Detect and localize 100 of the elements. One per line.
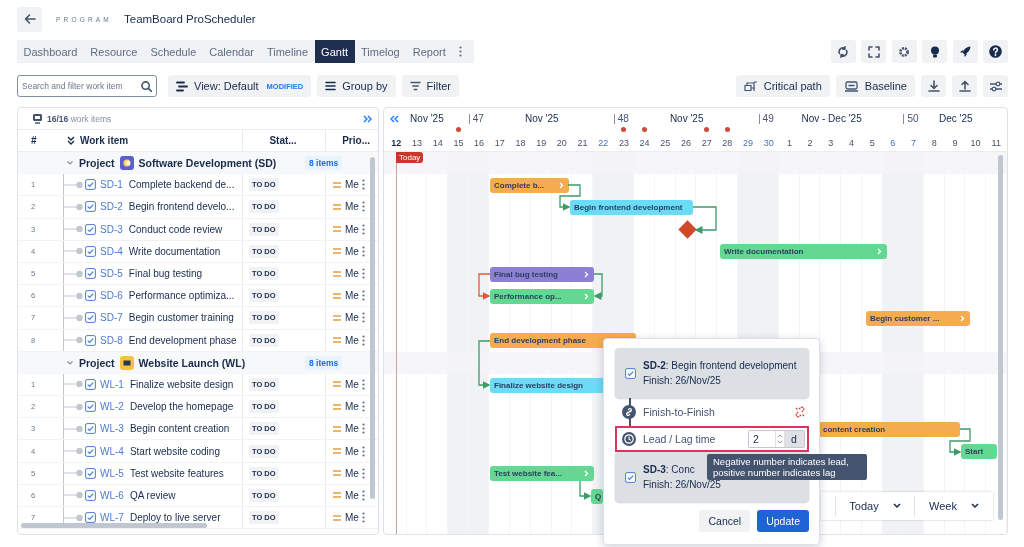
nav-tab[interactable]: Report xyxy=(406,40,453,63)
group-button[interactable]: Group by xyxy=(317,75,396,97)
chevron-right-icon[interactable] xyxy=(584,270,589,278)
bar-label: Performance op... xyxy=(494,291,562,301)
nav-tab[interactable]: Timelog xyxy=(354,40,407,63)
item-key[interactable]: SD-3 xyxy=(100,223,123,235)
scrollbar[interactable] xyxy=(21,523,207,528)
chevron-down-icon[interactable] xyxy=(66,358,74,367)
dependency-arrow[interactable] xyxy=(579,480,592,500)
task-bar[interactable]: Begin frontend development xyxy=(570,199,693,215)
lag-field[interactable]: 2 d xyxy=(748,430,805,448)
toolbar-button[interactable] xyxy=(952,40,978,63)
nav-tab[interactable]: Dashboard xyxy=(17,40,84,63)
item-key[interactable]: SD-6 xyxy=(100,290,123,302)
item-key[interactable]: WL-2 xyxy=(100,401,124,413)
more-icon[interactable] xyxy=(361,179,365,191)
tree-node-icon xyxy=(63,313,83,322)
more-icon[interactable] xyxy=(361,290,365,302)
task-bar[interactable]: Performance op... xyxy=(490,288,594,304)
rocket-icon xyxy=(959,45,971,58)
more-icon[interactable] xyxy=(361,423,365,435)
month-label: Dec '25 xyxy=(938,113,974,124)
column-header[interactable]: Work item xyxy=(80,135,129,146)
toolbar-button[interactable] xyxy=(983,75,1008,97)
more-icon[interactable] xyxy=(361,201,365,213)
collapse-all-icon[interactable] xyxy=(67,136,75,145)
item-title: QA review xyxy=(129,489,176,501)
dropdown-button[interactable]: Week xyxy=(914,496,993,516)
item-key[interactable]: SD-2 xyxy=(100,201,123,213)
more-icon[interactable] xyxy=(361,334,365,346)
dependency-arrow[interactable] xyxy=(692,206,717,234)
item-key[interactable]: WL-1 xyxy=(100,378,124,390)
nav-tab[interactable]: Calendar xyxy=(202,40,261,63)
back-button[interactable] xyxy=(17,6,42,32)
more-icon[interactable] xyxy=(361,467,365,479)
month-label: Nov '25 xyxy=(409,113,445,124)
item-key[interactable]: SD-4 xyxy=(100,245,123,257)
more-icon[interactable] xyxy=(459,46,463,57)
task-bar[interactable]: Test website fea... xyxy=(490,466,594,482)
bar-label: Q xyxy=(595,491,602,501)
task-bar[interactable]: Final bug testing xyxy=(490,266,594,282)
item-key[interactable]: WL-6 xyxy=(100,489,124,501)
priority-text: Me xyxy=(345,179,359,191)
toolbar-button[interactable] xyxy=(922,40,947,63)
collapse-left-icon[interactable] xyxy=(390,115,399,123)
more-icon[interactable] xyxy=(361,268,365,280)
dependency-arrow[interactable] xyxy=(478,340,491,389)
filter-button[interactable]: Filter xyxy=(401,75,459,97)
bar-label: End development phase xyxy=(494,336,587,346)
more-icon[interactable] xyxy=(361,312,365,324)
item-key[interactable]: WL-4 xyxy=(100,445,124,457)
tree-node-icon xyxy=(63,424,83,433)
toolbar-button[interactable] xyxy=(891,40,917,63)
scrollbar[interactable] xyxy=(998,155,1003,520)
column-header[interactable]: Stat... xyxy=(269,135,297,146)
more-icon[interactable] xyxy=(361,401,365,413)
unlink-icon[interactable] xyxy=(794,406,806,418)
more-icon[interactable] xyxy=(361,223,365,235)
day-number: 17 xyxy=(494,138,505,148)
more-icon[interactable] xyxy=(361,378,365,390)
task-bar[interactable]: Start xyxy=(961,444,997,460)
critical-path-button[interactable]: Critical path xyxy=(735,75,830,97)
more-icon[interactable] xyxy=(361,489,365,501)
item-key[interactable]: WL-5 xyxy=(100,467,124,479)
task-bar[interactable]: content creation xyxy=(819,421,960,437)
item-key[interactable]: SD-7 xyxy=(100,312,123,324)
group-label: Project xyxy=(79,356,115,369)
dependency-arrow[interactable] xyxy=(478,273,491,300)
dependency-arrow[interactable] xyxy=(593,273,603,300)
nav-tab[interactable]: Schedule xyxy=(143,40,203,63)
priority-medium-icon xyxy=(332,470,342,477)
more-icon[interactable] xyxy=(361,445,365,457)
task-checkbox-icon xyxy=(85,378,96,390)
lag-label: Lead / Lag time xyxy=(643,433,716,445)
search-icon[interactable] xyxy=(141,81,152,92)
column-header[interactable]: # xyxy=(31,135,37,146)
update-button[interactable]: Update xyxy=(757,510,809,532)
item-key[interactable]: SD-1 xyxy=(100,179,123,191)
cancel-button[interactable]: Cancel xyxy=(699,510,751,532)
more-icon[interactable] xyxy=(361,245,365,257)
nav-tab[interactable]: Resource xyxy=(83,40,144,63)
nav-tab[interactable]: Gantt xyxy=(314,40,355,63)
item-key[interactable]: SD-5 xyxy=(100,268,123,280)
day-number: 11 xyxy=(991,138,1001,148)
column-header[interactable]: Prio... xyxy=(342,135,370,146)
scrollbar[interactable] xyxy=(370,157,375,499)
toolbar-button[interactable] xyxy=(830,40,856,63)
nav-tab[interactable]: Timeline xyxy=(260,40,315,63)
task-bar[interactable]: Complete b... xyxy=(490,177,569,193)
more-icon[interactable] xyxy=(361,512,365,524)
baseline-button[interactable]: Baseline xyxy=(835,75,915,97)
item-key[interactable]: WL-7 xyxy=(100,512,124,524)
expand-icon[interactable] xyxy=(363,114,372,123)
toolbar-button[interactable] xyxy=(983,40,1008,63)
list-icon xyxy=(325,81,337,91)
task-bar[interactable]: Write documentation xyxy=(720,244,887,260)
item-key[interactable]: SD-8 xyxy=(100,334,123,346)
search-field[interactable]: Search and filter work item xyxy=(17,75,157,97)
task-bar[interactable]: Begin customer ... xyxy=(866,310,970,326)
item-key[interactable]: WL-3 xyxy=(100,423,124,435)
